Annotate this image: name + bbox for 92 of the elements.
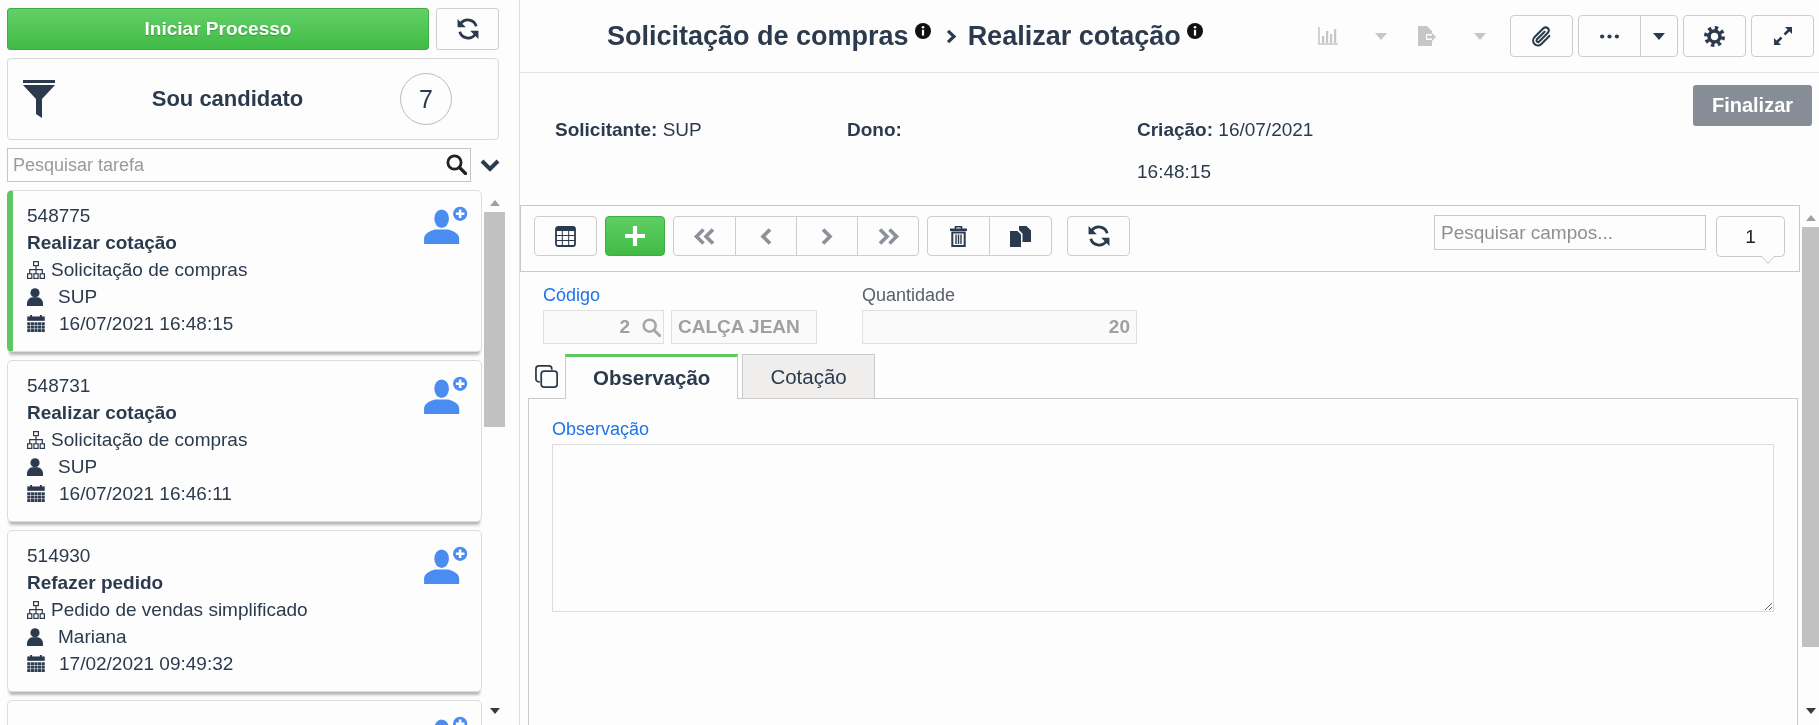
gear-icon — [1704, 25, 1725, 47]
task-card[interactable]: 514930 Refazer pedido Pedido de vendas simplificado Mariana 17/02/2021 09:49:32 — [7, 530, 482, 692]
file-export-icon — [1418, 26, 1436, 46]
process-name: Pedido de vendas simplificado — [51, 598, 308, 622]
task-search-field[interactable]: Pesquisar tarefa — [7, 148, 471, 182]
sitemap-icon — [27, 260, 45, 279]
scroll-down-icon[interactable] — [1805, 708, 1816, 714]
task-title: Realizar cotação — [27, 401, 177, 425]
add-user-icon[interactable] — [424, 545, 469, 584]
chevron-right-icon — [945, 28, 957, 44]
chevron-left-icon — [760, 227, 772, 245]
table-view-button[interactable] — [534, 216, 597, 256]
add-user-icon[interactable] — [424, 205, 469, 244]
tab[interactable]: Cotação — [742, 354, 875, 398]
refresh-button[interactable] — [436, 8, 499, 50]
expand-icon — [1772, 26, 1793, 46]
field-label: Observação — [552, 418, 650, 440]
field-label: Código — [543, 284, 601, 306]
next-record-button[interactable] — [796, 216, 858, 256]
filter-label: Sou candidato — [151, 86, 304, 112]
last-record-button[interactable] — [857, 216, 919, 256]
filter-icon — [23, 80, 55, 118]
scrollbar-thumb[interactable] — [484, 212, 505, 427]
trash-icon — [950, 225, 967, 247]
first-record-button[interactable] — [673, 216, 736, 256]
calendar-icon — [27, 315, 45, 332]
record-number-badge: 1 — [1716, 216, 1785, 265]
plus-icon — [625, 226, 645, 246]
search-icon[interactable] — [446, 154, 467, 175]
paperclip-icon — [1531, 24, 1552, 48]
sitemap-icon — [27, 600, 45, 619]
chevron-right-icon — [821, 227, 833, 245]
calendar-icon — [27, 485, 45, 502]
breadcrumb-title[interactable]: Solicitação de compras — [607, 20, 909, 52]
task-title: Refazer pedido — [27, 571, 164, 595]
previous-record-button[interactable] — [735, 216, 797, 256]
info-field: Criação: 16/07/2021 16:48:15 — [1137, 109, 1337, 193]
info-icon[interactable] — [914, 23, 931, 39]
documents-icon — [1010, 225, 1031, 247]
caret-down-icon — [1474, 32, 1486, 40]
task-date: 17/02/2021 09:49:32 — [59, 652, 234, 676]
task-date: 16/07/2021 16:48:15 — [59, 312, 234, 336]
field-label: Quantidade — [862, 284, 956, 306]
task-number: 548731 — [27, 374, 91, 398]
attach-button[interactable] — [1510, 15, 1573, 57]
textarea-field[interactable] — [552, 444, 1774, 612]
task-card[interactable]: 548775 Realizar cotação Solicitação de compras SUP 16/07/2021 16:48:15 — [7, 190, 482, 352]
caret-down-icon — [1375, 32, 1387, 40]
task-date: 16/07/2021 16:46:11 — [59, 482, 232, 506]
assignee-name: SUP — [58, 285, 98, 309]
task-number: 514930 — [27, 544, 91, 568]
sitemap-icon — [27, 430, 45, 449]
double-chevron-left-icon — [693, 227, 716, 245]
scroll-up-icon[interactable] — [1805, 215, 1816, 221]
calendar-icon — [27, 655, 45, 672]
copy-icon[interactable] — [535, 365, 558, 388]
assignee-name: SUP — [58, 455, 98, 479]
chevron-down-icon[interactable] — [480, 158, 500, 172]
add-user-icon[interactable] — [424, 375, 469, 414]
user-icon — [27, 287, 43, 306]
task-number: 548775 — [27, 204, 91, 228]
task-card[interactable]: 548731 Realizar cotação Solicitação de compras SUP 16/07/2021 16:46:11 — [7, 360, 482, 522]
bar-chart-icon — [1318, 27, 1338, 45]
ellipsis-icon — [1600, 33, 1619, 39]
filter-panel[interactable]: Sou candidato 7 — [7, 58, 499, 140]
scrollbar-thumb[interactable] — [1802, 227, 1819, 647]
scroll-down-icon[interactable] — [489, 708, 500, 714]
assignee-name: Mariana — [58, 625, 127, 649]
user-icon — [27, 627, 43, 646]
process-name: Solicitação de compras — [51, 428, 248, 452]
refresh-icon — [1087, 225, 1110, 247]
task-title: Realizar cotação — [27, 231, 177, 255]
dropdown-button[interactable] — [1640, 15, 1678, 57]
caret-down-icon — [1653, 32, 1665, 40]
double-chevron-right-icon — [876, 227, 900, 245]
settings-button[interactable] — [1683, 15, 1746, 57]
refresh-icon — [456, 18, 479, 40]
table-icon — [555, 225, 576, 247]
tab[interactable]: Observação — [565, 354, 739, 399]
duplicate-button[interactable] — [989, 216, 1052, 256]
info-field: Dono: — [847, 109, 902, 151]
delete-button[interactable] — [927, 216, 990, 256]
scroll-up-icon[interactable] — [489, 200, 500, 206]
process-name: Solicitação de compras — [51, 258, 248, 282]
info-field: Solicitante: SUP — [555, 109, 702, 151]
field-search-field[interactable]: Pesquisar campos... — [1434, 215, 1706, 250]
expand-button[interactable] — [1751, 15, 1814, 57]
add-button[interactable] — [605, 216, 665, 256]
user-icon — [27, 457, 43, 476]
info-icon[interactable] — [1186, 23, 1203, 39]
refresh-button[interactable] — [1067, 216, 1130, 256]
breadcrumb-title: Realizar cotação — [967, 20, 1181, 52]
